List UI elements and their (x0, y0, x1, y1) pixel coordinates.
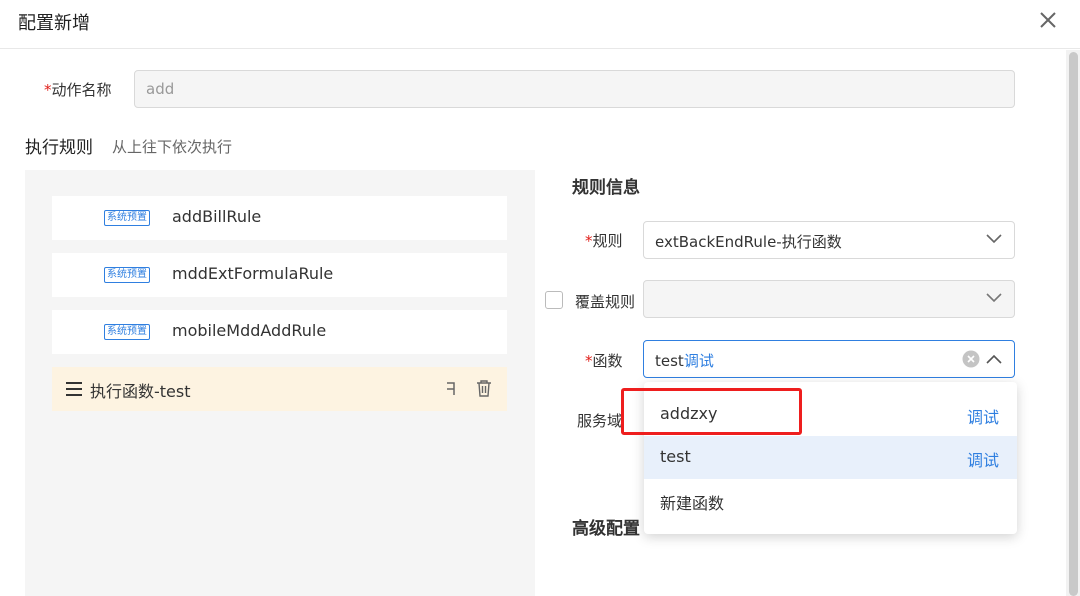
advanced-config-title: 高级配置 (572, 519, 640, 539)
action-name-label: *动作名称 (44, 81, 112, 99)
option-name: test (660, 447, 691, 466)
rule-name: addBillRule (172, 207, 262, 226)
debug-link[interactable]: 调试 (684, 352, 714, 370)
rule-name: 执行函数-test (90, 382, 191, 401)
chevron-down-icon (986, 293, 1002, 303)
service-domain-label: 服务域 (577, 412, 623, 430)
rule-item-selected[interactable]: 执行函数-test (52, 367, 507, 411)
rule-info-title: 规则信息 (572, 178, 640, 198)
option-debug-link[interactable]: 调试 (967, 404, 999, 428)
function-label: *函数 (585, 352, 623, 370)
trash-icon[interactable] (476, 380, 492, 397)
chevron-up-icon (986, 354, 1002, 364)
action-name-input[interactable]: add (134, 70, 1015, 108)
dropdown-option-highlighted[interactable]: test 调试 (644, 436, 1017, 479)
rule-label: *规则 (585, 232, 623, 250)
rule-name: mobileMddAddRule (172, 321, 327, 340)
override-label: 覆盖规则 (575, 293, 636, 311)
close-icon[interactable] (1036, 8, 1060, 32)
rule-item[interactable]: 系统预置 addBillRule (52, 196, 507, 240)
dialog-title: 配置新增 (18, 13, 90, 34)
exec-rules-title: 执行规则 (25, 138, 93, 158)
function-select[interactable]: test调试 (643, 340, 1015, 378)
exec-rules-hint: 从上往下依次执行 (112, 138, 233, 156)
clear-icon[interactable] (962, 350, 980, 368)
rule-name: mddExtFormulaRule (172, 264, 334, 283)
menu-icon[interactable] (66, 382, 82, 396)
override-checkbox[interactable] (545, 291, 563, 309)
rule-item[interactable]: 系统预置 mddExtFormulaRule (52, 253, 507, 297)
option-debug-link[interactable]: 调试 (967, 447, 999, 471)
system-preset-tag: 系统预置 (104, 210, 150, 226)
option-name: 新建函数 (660, 494, 725, 513)
rule-item[interactable]: 系统预置 mobileMddAddRule (52, 310, 507, 354)
scrollbar-thumb[interactable] (1069, 52, 1078, 596)
system-preset-tag: 系统预置 (104, 267, 150, 283)
chevron-down-icon (986, 234, 1002, 244)
dialog-header (0, 0, 1080, 49)
rule-select[interactable]: extBackEndRule-执行函数 (643, 221, 1015, 259)
highlight-box (621, 388, 802, 435)
copy-icon[interactable] (444, 381, 458, 397)
override-select[interactable] (643, 280, 1015, 318)
dropdown-option-new[interactable]: 新建函数 (644, 479, 1017, 522)
system-preset-tag: 系统预置 (104, 324, 150, 340)
